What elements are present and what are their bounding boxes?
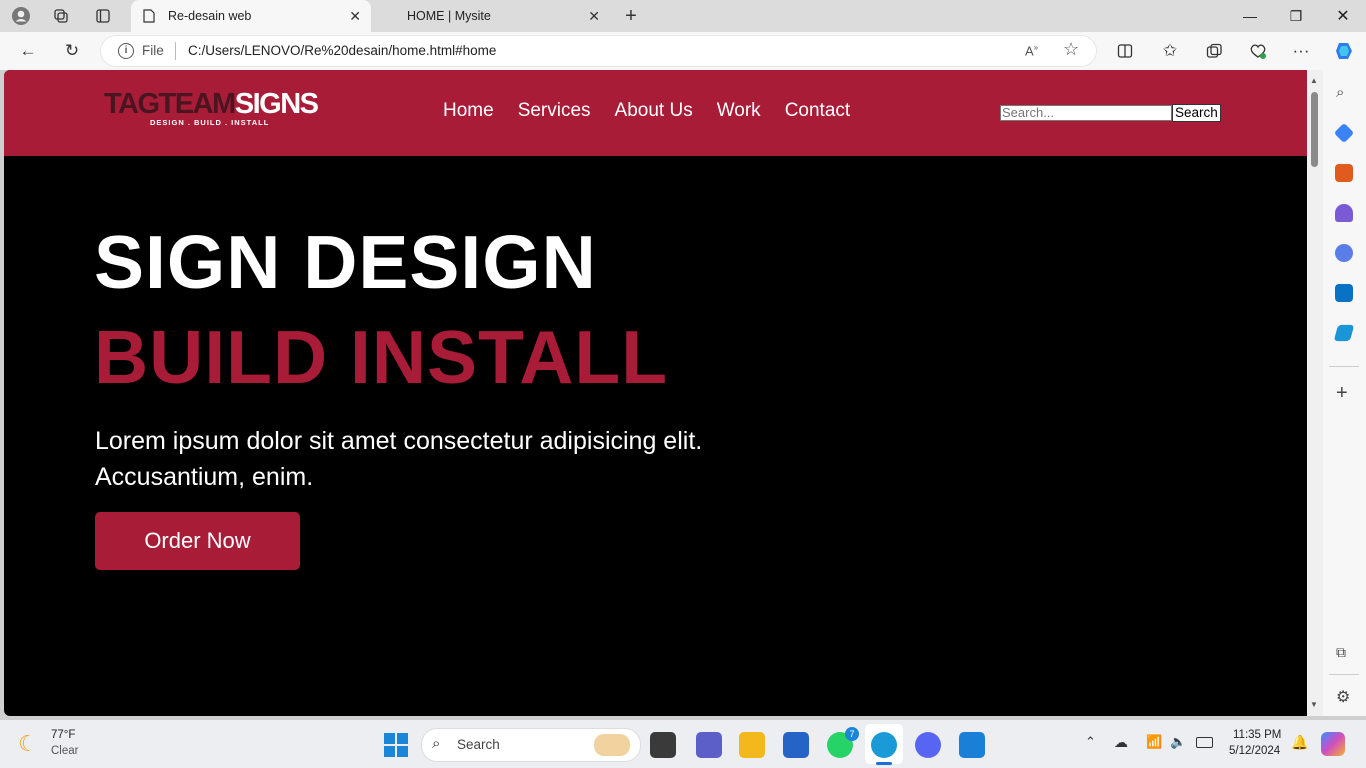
microsoft-365-icon[interactable] bbox=[1335, 244, 1353, 262]
page-viewport: TAGTEAMSIGNS DESIGN . BUILD . INSTALL Ho… bbox=[4, 70, 1307, 716]
whatsapp-icon[interactable]: 7 bbox=[827, 727, 859, 758]
clock-time[interactable]: 11:35 PM bbox=[1233, 729, 1281, 741]
edge-sidebar: ⌕ + ⧉ ⚙ bbox=[1323, 70, 1366, 716]
outlook-icon[interactable] bbox=[1335, 284, 1353, 302]
tools-icon[interactable] bbox=[1335, 164, 1353, 182]
search-icon[interactable]: ⌕ bbox=[1336, 84, 1344, 101]
logo-wordmark: TAGTEAMSIGNS bbox=[104, 88, 319, 120]
order-now-button[interactable]: Order Now bbox=[95, 512, 300, 570]
collections-icon[interactable] bbox=[1203, 40, 1225, 62]
tab-home-mysite[interactable]: HOME | Mysite ✕ bbox=[372, 0, 610, 32]
tab-actions-icon[interactable] bbox=[92, 5, 114, 27]
copilot-icon[interactable] bbox=[1333, 40, 1355, 62]
divider bbox=[1329, 674, 1359, 675]
chevron-up-icon[interactable]: ⌃ bbox=[1085, 734, 1096, 750]
scroll-thumb[interactable] bbox=[1311, 92, 1318, 167]
windows-taskbar: ☾ 77°F Clear ⌕ Search 7 ⌃ ☁ 📶 🔈 11:35 PM… bbox=[0, 720, 1366, 768]
info-icon[interactable]: i bbox=[118, 43, 134, 59]
taskbar-search-label: Search bbox=[457, 737, 500, 752]
microsoft-store-icon[interactable] bbox=[783, 732, 809, 758]
battery-icon[interactable] bbox=[1196, 737, 1213, 748]
new-tab-icon[interactable]: + bbox=[620, 5, 642, 27]
site-header: TAGTEAMSIGNS DESIGN . BUILD . INSTALL Ho… bbox=[4, 70, 1307, 156]
profile-icon[interactable] bbox=[10, 5, 32, 27]
hero-description: Lorem ipsum dolor sit amet consectetur a… bbox=[95, 427, 703, 491]
task-view-icon[interactable] bbox=[650, 732, 676, 758]
active-indicator bbox=[876, 762, 892, 765]
workspaces-icon[interactable] bbox=[50, 5, 72, 27]
file-explorer-icon[interactable] bbox=[739, 732, 765, 758]
hide-sidebar-icon[interactable]: ⧉ bbox=[1336, 644, 1346, 661]
add-icon[interactable]: + bbox=[1336, 382, 1348, 405]
search-input[interactable]: Search... bbox=[1000, 105, 1172, 121]
tab-strip: Re-desain web ✕ HOME | Mysite ✕ + — ❐ ✕ bbox=[0, 0, 1366, 32]
taskbar-search-box[interactable]: ⌕ Search bbox=[421, 728, 641, 762]
hero-heading-line2: BUILD INSTALL bbox=[94, 315, 669, 399]
games-icon[interactable] bbox=[1335, 204, 1353, 222]
nav-contact[interactable]: Contact bbox=[785, 100, 850, 122]
nav-home[interactable]: Home bbox=[443, 100, 494, 122]
divider bbox=[1329, 366, 1359, 367]
minimize-icon[interactable]: — bbox=[1227, 0, 1273, 32]
page-icon bbox=[143, 9, 155, 26]
tab-title: Re-desain web bbox=[168, 9, 252, 23]
read-aloud-icon[interactable]: A» bbox=[1025, 43, 1038, 58]
url-text[interactable]: C:/Users/LENOVO/Re%20desain/home.html#ho… bbox=[188, 43, 496, 58]
nav-about-us[interactable]: About Us bbox=[615, 100, 693, 122]
notification-bell-icon[interactable]: 🔔 bbox=[1291, 734, 1308, 751]
search-highlight-icon bbox=[594, 734, 630, 756]
vscode-icon[interactable] bbox=[959, 732, 985, 758]
refresh-icon[interactable]: ↻ bbox=[61, 40, 83, 62]
close-tab-icon[interactable]: ✕ bbox=[349, 8, 361, 25]
divider bbox=[175, 42, 176, 60]
shopping-tag-icon[interactable] bbox=[1333, 122, 1355, 144]
clock-date[interactable]: 5/12/2024 bbox=[1229, 745, 1280, 757]
address-bar[interactable]: i File C:/Users/LENOVO/Re%20desain/home.… bbox=[100, 35, 1097, 67]
restore-icon[interactable]: ❐ bbox=[1273, 0, 1319, 32]
scroll-down-icon[interactable]: ▼ bbox=[1310, 700, 1318, 709]
page-scrollbar[interactable]: ▲ ▼ bbox=[1307, 70, 1323, 716]
close-window-icon[interactable]: ✕ bbox=[1320, 0, 1366, 32]
notification-badge: 7 bbox=[845, 727, 859, 741]
site-logo[interactable]: TAGTEAMSIGNS DESIGN . BUILD . INSTALL bbox=[104, 88, 319, 128]
close-tab-icon[interactable]: ✕ bbox=[588, 8, 600, 25]
search-button[interactable]: Search bbox=[1172, 104, 1221, 122]
onedrive-cloud-icon[interactable]: ☁ bbox=[1114, 734, 1128, 751]
split-screen-icon[interactable] bbox=[1114, 40, 1136, 62]
teams-icon[interactable] bbox=[696, 732, 722, 758]
moon-weather-icon[interactable]: ☾ bbox=[18, 731, 38, 757]
favorite-star-icon[interactable]: ☆ bbox=[1063, 39, 1079, 60]
settings-gear-icon[interactable]: ⚙ bbox=[1336, 687, 1350, 707]
edge-icon[interactable] bbox=[871, 732, 897, 758]
wifi-icon[interactable]: 📶 bbox=[1146, 734, 1162, 750]
main-nav: Home Services About Us Work Contact bbox=[443, 100, 850, 122]
hero-heading-line1: SIGN DESIGN bbox=[94, 220, 597, 304]
discord-icon[interactable] bbox=[915, 732, 941, 758]
search-icon: ⌕ bbox=[432, 735, 441, 752]
back-arrow-icon[interactable]: ← bbox=[17, 40, 39, 62]
nav-work[interactable]: Work bbox=[717, 100, 761, 122]
scroll-up-icon[interactable]: ▲ bbox=[1310, 76, 1318, 85]
favorites-icon[interactable]: ✩ bbox=[1159, 40, 1181, 62]
tab-re-desain-web[interactable]: Re-desain web ✕ bbox=[131, 0, 371, 32]
copilot-taskbar-icon[interactable] bbox=[1321, 732, 1345, 756]
tab-title: HOME | Mysite bbox=[407, 9, 491, 23]
volume-icon[interactable]: 🔈 bbox=[1170, 734, 1186, 750]
weather-condition[interactable]: Clear bbox=[51, 745, 78, 757]
drop-icon[interactable] bbox=[1333, 324, 1355, 342]
scheme-label: File bbox=[142, 43, 164, 58]
browser-toolbar: ← ↻ i File C:/Users/LENOVO/Re%20desain/h… bbox=[0, 32, 1366, 70]
nav-services[interactable]: Services bbox=[518, 100, 591, 122]
browser-essentials-icon[interactable] bbox=[1247, 40, 1269, 62]
more-menu-icon[interactable]: ··· bbox=[1290, 40, 1312, 62]
weather-temp[interactable]: 77°F bbox=[51, 729, 75, 741]
windows-start-icon[interactable] bbox=[384, 733, 408, 757]
